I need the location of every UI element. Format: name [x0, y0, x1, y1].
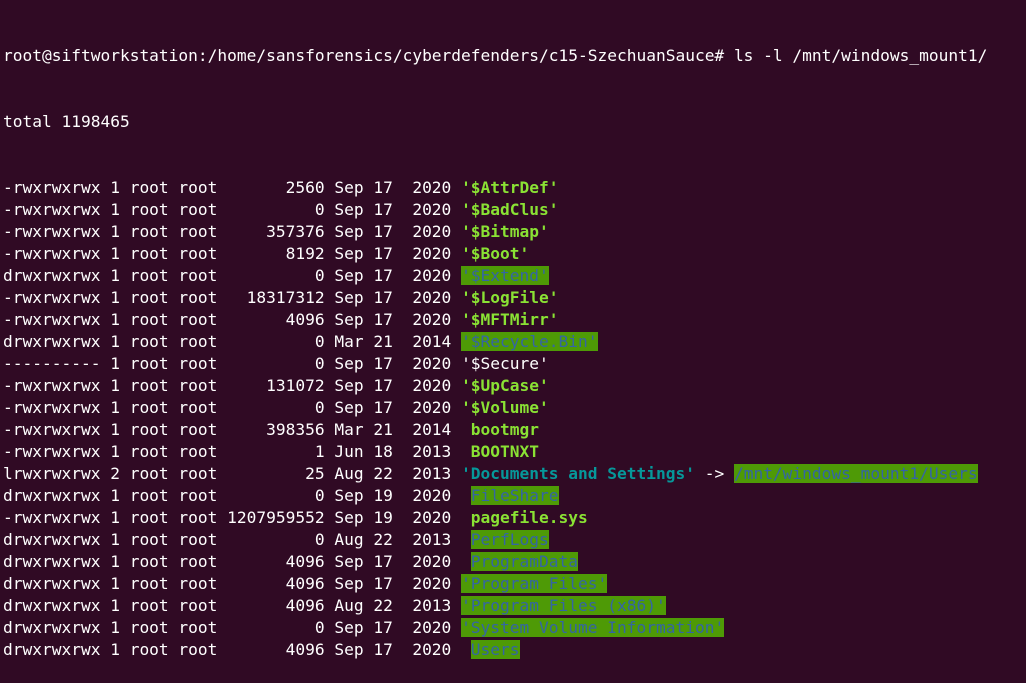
entry-metadata: drwxrwxrwx 1 root root 4096 Sep 17 2020 [3, 552, 471, 571]
entry-metadata: drwxrwxrwx 1 root root 0 Sep 19 2020 [3, 486, 471, 505]
entry-metadata: ---------- 1 root root 0 Sep 17 2020 [3, 354, 462, 373]
entry-name: bootmgr [470, 420, 540, 439]
entry-name: 'Program Files' [461, 574, 608, 593]
directory-listing: -rwxrwxrwx 1 root root 2560 Sep 17 2020 … [3, 177, 1026, 661]
entry-name: '$LogFile' [461, 288, 559, 307]
listing-row: lrwxrwxrwx 2 root root 25 Aug 22 2013 'D… [3, 463, 1026, 485]
entry-name: FileShare [470, 486, 559, 505]
entry-name: 'Program Files (x86)' [461, 596, 666, 615]
prompt-line: root@siftworkstation:/home/sansforensics… [3, 45, 1026, 67]
entry-name: '$Extend' [461, 266, 549, 285]
listing-row: -rwxrwxrwx 1 root root 0 Sep 17 2020 '$V… [3, 397, 1026, 419]
command-text: ls -l /mnt/windows_mount1/ [733, 46, 988, 65]
entry-name: Users [470, 640, 520, 659]
listing-row: drwxrwxrwx 1 root root 4096 Sep 17 2020 … [3, 573, 1026, 595]
entry-metadata: -rwxrwxrwx 1 root root 131072 Sep 17 202… [3, 376, 462, 395]
entry-name: 'System Volume Information' [461, 618, 725, 637]
listing-row: drwxrwxrwx 1 root root 0 Mar 21 2014 '$R… [3, 331, 1026, 353]
entry-metadata: -rwxrwxrwx 1 root root 0 Sep 17 2020 [3, 200, 462, 219]
entry-name: ProgramData [470, 552, 578, 571]
listing-row: drwxrwxrwx 1 root root 4096 Sep 17 2020 … [3, 551, 1026, 573]
listing-row: drwxrwxrwx 1 root root 0 Aug 22 2013 Per… [3, 529, 1026, 551]
entry-name: '$AttrDef' [461, 178, 559, 197]
total-line: total 1198465 [3, 112, 130, 131]
listing-row: ---------- 1 root root 0 Sep 17 2020 '$S… [3, 353, 1026, 375]
shell-prompt: root@siftworkstation:/home/sansforensics… [3, 46, 734, 65]
entry-name: 'Documents and Settings' [461, 464, 695, 483]
entry-name: '$Boot' [461, 244, 530, 263]
listing-row: drwxrwxrwx 1 root root 4096 Sep 17 2020 … [3, 639, 1026, 661]
entry-name: '$BadClus' [461, 200, 559, 219]
entry-metadata: lrwxrwxrwx 2 root root 25 Aug 22 2013 [3, 464, 462, 483]
entry-name: '$Bitmap' [461, 222, 549, 241]
entry-name: '$MFTMirr' [461, 310, 559, 329]
listing-row: drwxrwxrwx 1 root root 0 Sep 19 2020 Fil… [3, 485, 1026, 507]
entry-metadata: -rwxrwxrwx 1 root root 8192 Sep 17 2020 [3, 244, 462, 263]
listing-row: -rwxrwxrwx 1 root root 1207959552 Sep 19… [3, 507, 1026, 529]
listing-row: drwxrwxrwx 1 root root 0 Sep 17 2020 'Sy… [3, 617, 1026, 639]
entry-metadata: -rwxrwxrwx 1 root root 2560 Sep 17 2020 [3, 178, 462, 197]
entry-name: '$Recycle.Bin' [461, 332, 598, 351]
entry-metadata: drwxrwxrwx 1 root root 4096 Sep 17 2020 [3, 574, 462, 593]
listing-row: -rwxrwxrwx 1 root root 131072 Sep 17 202… [3, 375, 1026, 397]
entry-metadata: drwxrwxrwx 1 root root 0 Aug 22 2013 [3, 530, 471, 549]
entry-name: BOOTNXT [470, 442, 540, 461]
entry-name: '$Secure' [461, 354, 549, 373]
entry-metadata: drwxrwxrwx 1 root root 0 Mar 21 2014 [3, 332, 462, 351]
entry-metadata: -rwxrwxrwx 1 root root 0 Sep 17 2020 [3, 398, 462, 417]
entry-metadata: -rwxrwxrwx 1 root root 1 Jun 18 2013 [3, 442, 471, 461]
entry-metadata: drwxrwxrwx 1 root root 0 Sep 17 2020 [3, 266, 462, 285]
listing-row: -rwxrwxrwx 1 root root 398356 Mar 21 201… [3, 419, 1026, 441]
symlink-arrow: -> [694, 464, 734, 483]
entry-metadata: -rwxrwxrwx 1 root root 1207959552 Sep 19… [3, 508, 471, 527]
entry-metadata: -rwxrwxrwx 1 root root 398356 Mar 21 201… [3, 420, 471, 439]
listing-row: -rwxrwxrwx 1 root root 357376 Sep 17 202… [3, 221, 1026, 243]
entry-name: '$UpCase' [461, 376, 549, 395]
entry-metadata: drwxrwxrwx 1 root root 0 Sep 17 2020 [3, 618, 462, 637]
listing-row: drwxrwxrwx 1 root root 4096 Aug 22 2013 … [3, 595, 1026, 617]
listing-row: -rwxrwxrwx 1 root root 2560 Sep 17 2020 … [3, 177, 1026, 199]
listing-row: -rwxrwxrwx 1 root root 0 Sep 17 2020 '$B… [3, 199, 1026, 221]
listing-row: -rwxrwxrwx 1 root root 1 Jun 18 2013 BOO… [3, 441, 1026, 463]
listing-row: -rwxrwxrwx 1 root root 18317312 Sep 17 2… [3, 287, 1026, 309]
symlink-target: /mnt/windows_mount1/Users [733, 464, 978, 483]
entry-metadata: -rwxrwxrwx 1 root root 4096 Sep 17 2020 [3, 310, 462, 329]
entry-metadata: drwxrwxrwx 1 root root 4096 Aug 22 2013 [3, 596, 462, 615]
listing-row: -rwxrwxrwx 1 root root 8192 Sep 17 2020 … [3, 243, 1026, 265]
entry-name: PerfLogs [470, 530, 549, 549]
entry-metadata: drwxrwxrwx 1 root root 4096 Sep 17 2020 [3, 640, 471, 659]
entry-metadata: -rwxrwxrwx 1 root root 357376 Sep 17 202… [3, 222, 462, 241]
entry-metadata: -rwxrwxrwx 1 root root 18317312 Sep 17 2… [3, 288, 462, 307]
entry-name: '$Volume' [461, 398, 549, 417]
listing-row: drwxrwxrwx 1 root root 0 Sep 17 2020 '$E… [3, 265, 1026, 287]
listing-row: -rwxrwxrwx 1 root root 4096 Sep 17 2020 … [3, 309, 1026, 331]
entry-name: pagefile.sys [470, 508, 588, 527]
terminal-window[interactable]: root@siftworkstation:/home/sansforensics… [3, 1, 1026, 659]
